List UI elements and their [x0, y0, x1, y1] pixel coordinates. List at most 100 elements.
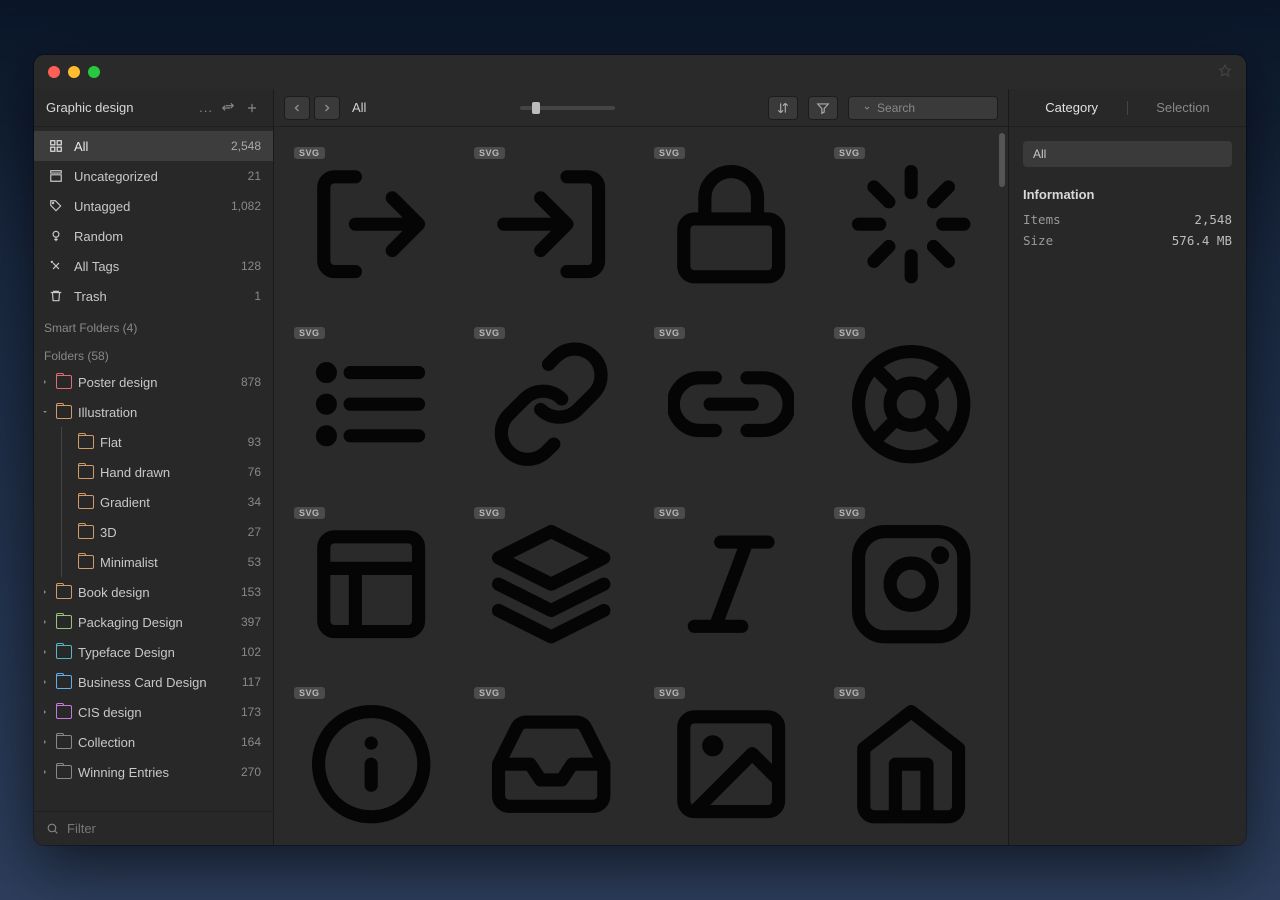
- folder-packaging-design[interactable]: Packaging Design 397: [34, 607, 273, 637]
- sidebar-item-count: 128: [241, 259, 261, 273]
- layout-icon: [308, 521, 434, 647]
- sidebar-filter: [34, 811, 273, 845]
- folder-label: Flat: [100, 435, 242, 450]
- sidebar-item-label: Random: [74, 229, 251, 244]
- minimize-window-button[interactable]: [68, 66, 80, 78]
- grid-item-inbox[interactable]: SVG: [470, 683, 632, 845]
- filetype-badge: SVG: [474, 147, 505, 159]
- tags-icon: [48, 258, 64, 274]
- folder-label: Poster design: [78, 375, 235, 390]
- tab-category[interactable]: Category: [1033, 100, 1110, 115]
- zoom-window-button[interactable]: [88, 66, 100, 78]
- category-chip[interactable]: All: [1023, 141, 1232, 167]
- chevron-right-icon[interactable]: [40, 767, 50, 777]
- folder-winning-entries[interactable]: Winning Entries 270: [34, 757, 273, 787]
- grid-item-link2[interactable]: SVG: [650, 323, 812, 485]
- sidebar-item-untagged[interactable]: Untagged 1,082: [34, 191, 273, 221]
- folder-collection[interactable]: Collection 164: [34, 727, 273, 757]
- right-panel-tabs: Category Selection: [1009, 89, 1246, 127]
- filetype-badge: SVG: [294, 507, 325, 519]
- grid-item-lifebuoy[interactable]: SVG: [830, 323, 992, 485]
- sidebar-filter-input[interactable]: [67, 821, 261, 836]
- folder-label: Packaging Design: [78, 615, 235, 630]
- smart-folders-section[interactable]: Smart Folders (4): [34, 311, 273, 339]
- nav-forward-button[interactable]: [314, 96, 340, 120]
- chevron-right-icon[interactable]: [40, 587, 50, 597]
- folder-poster-design[interactable]: Poster design 878: [34, 367, 273, 397]
- folder-count: 173: [241, 705, 261, 719]
- lifebuoy-icon: [848, 341, 974, 467]
- chevron-right-icon[interactable]: [40, 617, 50, 627]
- chevron-down-icon[interactable]: [40, 407, 50, 417]
- add-library-icon[interactable]: [243, 99, 261, 117]
- folder-business-card-design[interactable]: Business Card Design 117: [34, 667, 273, 697]
- folder-3d[interactable]: 3D 27: [34, 517, 273, 547]
- filetype-badge: SVG: [834, 687, 865, 699]
- chevron-down-icon[interactable]: [863, 100, 871, 115]
- grid-item-login[interactable]: SVG: [470, 143, 632, 305]
- chevron-right-icon[interactable]: [40, 707, 50, 717]
- folder-book-design[interactable]: Book design 153: [34, 577, 273, 607]
- folder-gradient[interactable]: Gradient 34: [34, 487, 273, 517]
- library-more-icon[interactable]: ...: [199, 100, 213, 115]
- folder-hand-drawn[interactable]: Hand drawn 76: [34, 457, 273, 487]
- pin-icon[interactable]: [1218, 64, 1232, 81]
- sort-button[interactable]: [768, 96, 798, 120]
- folder-count: 878: [241, 375, 261, 389]
- grid-item-info[interactable]: SVG: [290, 683, 452, 845]
- folder-icon: [78, 465, 94, 479]
- filter-button[interactable]: [808, 96, 838, 120]
- chevron-right-icon[interactable]: [40, 647, 50, 657]
- chevron-right-icon[interactable]: [40, 377, 50, 387]
- folder-minimalist[interactable]: Minimalist 53: [34, 547, 273, 577]
- info-icon: [308, 701, 434, 827]
- tab-selection[interactable]: Selection: [1144, 100, 1221, 115]
- folder-typeface-design[interactable]: Typeface Design 102: [34, 637, 273, 667]
- folder-flat[interactable]: Flat 93: [34, 427, 273, 457]
- grid-item-layers[interactable]: SVG: [470, 503, 632, 665]
- folder-icon: [78, 555, 94, 569]
- zoom-slider[interactable]: [520, 106, 615, 110]
- sidebar-item-random[interactable]: Random: [34, 221, 273, 251]
- breadcrumb: All: [352, 100, 366, 115]
- right-panel-body: All Information Items2,548Size576.4 MB: [1009, 127, 1246, 268]
- grid-item-logout[interactable]: SVG: [290, 143, 452, 305]
- folder-count: 117: [242, 675, 261, 689]
- filetype-badge: SVG: [654, 327, 685, 339]
- nav-back-button[interactable]: [284, 96, 310, 120]
- sidebar-item-all-tags[interactable]: All Tags 128: [34, 251, 273, 281]
- folder-cis-design[interactable]: CIS design 173: [34, 697, 273, 727]
- folder-illustration[interactable]: Illustration: [34, 397, 273, 427]
- switch-library-icon[interactable]: [219, 99, 237, 117]
- grid-item-layout[interactable]: SVG: [290, 503, 452, 665]
- chevron-right-icon[interactable]: [40, 737, 50, 747]
- info-section-title: Information: [1023, 187, 1232, 202]
- grid-item-link[interactable]: SVG: [470, 323, 632, 485]
- chevron-right-icon[interactable]: [40, 677, 50, 687]
- filetype-badge: SVG: [474, 507, 505, 519]
- library-name[interactable]: Graphic design: [46, 100, 193, 115]
- grid-item-italic[interactable]: SVG: [650, 503, 812, 665]
- search-box[interactable]: [848, 96, 998, 120]
- grid-item-instagram[interactable]: SVG: [830, 503, 992, 665]
- sidebar-item-trash[interactable]: Trash 1: [34, 281, 273, 311]
- titlebar: [34, 55, 1246, 89]
- folders-section[interactable]: Folders (58): [34, 339, 273, 367]
- grid-item-home[interactable]: SVG: [830, 683, 992, 845]
- grid-scroll[interactable]: SVG SVG SVG SVG SVG SVG SVG SVG SVG SVG …: [274, 127, 1008, 845]
- grid-item-image[interactable]: SVG: [650, 683, 812, 845]
- scrollbar-thumb[interactable]: [999, 133, 1005, 187]
- grid-item-loader[interactable]: SVG: [830, 143, 992, 305]
- sidebar-item-all[interactable]: All 2,548: [34, 131, 273, 161]
- close-window-button[interactable]: [48, 66, 60, 78]
- filetype-badge: SVG: [654, 147, 685, 159]
- trash-icon: [48, 288, 64, 304]
- traffic-lights: [48, 66, 100, 78]
- app-window: Graphic design ... All 2,548 Uncategoriz…: [34, 55, 1246, 845]
- grid-item-lock[interactable]: SVG: [650, 143, 812, 305]
- folder-count: 153: [241, 585, 261, 599]
- sidebar-header: Graphic design ...: [34, 89, 273, 127]
- sidebar-item-uncategorized[interactable]: Uncategorized 21: [34, 161, 273, 191]
- nav-buttons: [284, 96, 340, 120]
- grid-item-list[interactable]: SVG: [290, 323, 452, 485]
